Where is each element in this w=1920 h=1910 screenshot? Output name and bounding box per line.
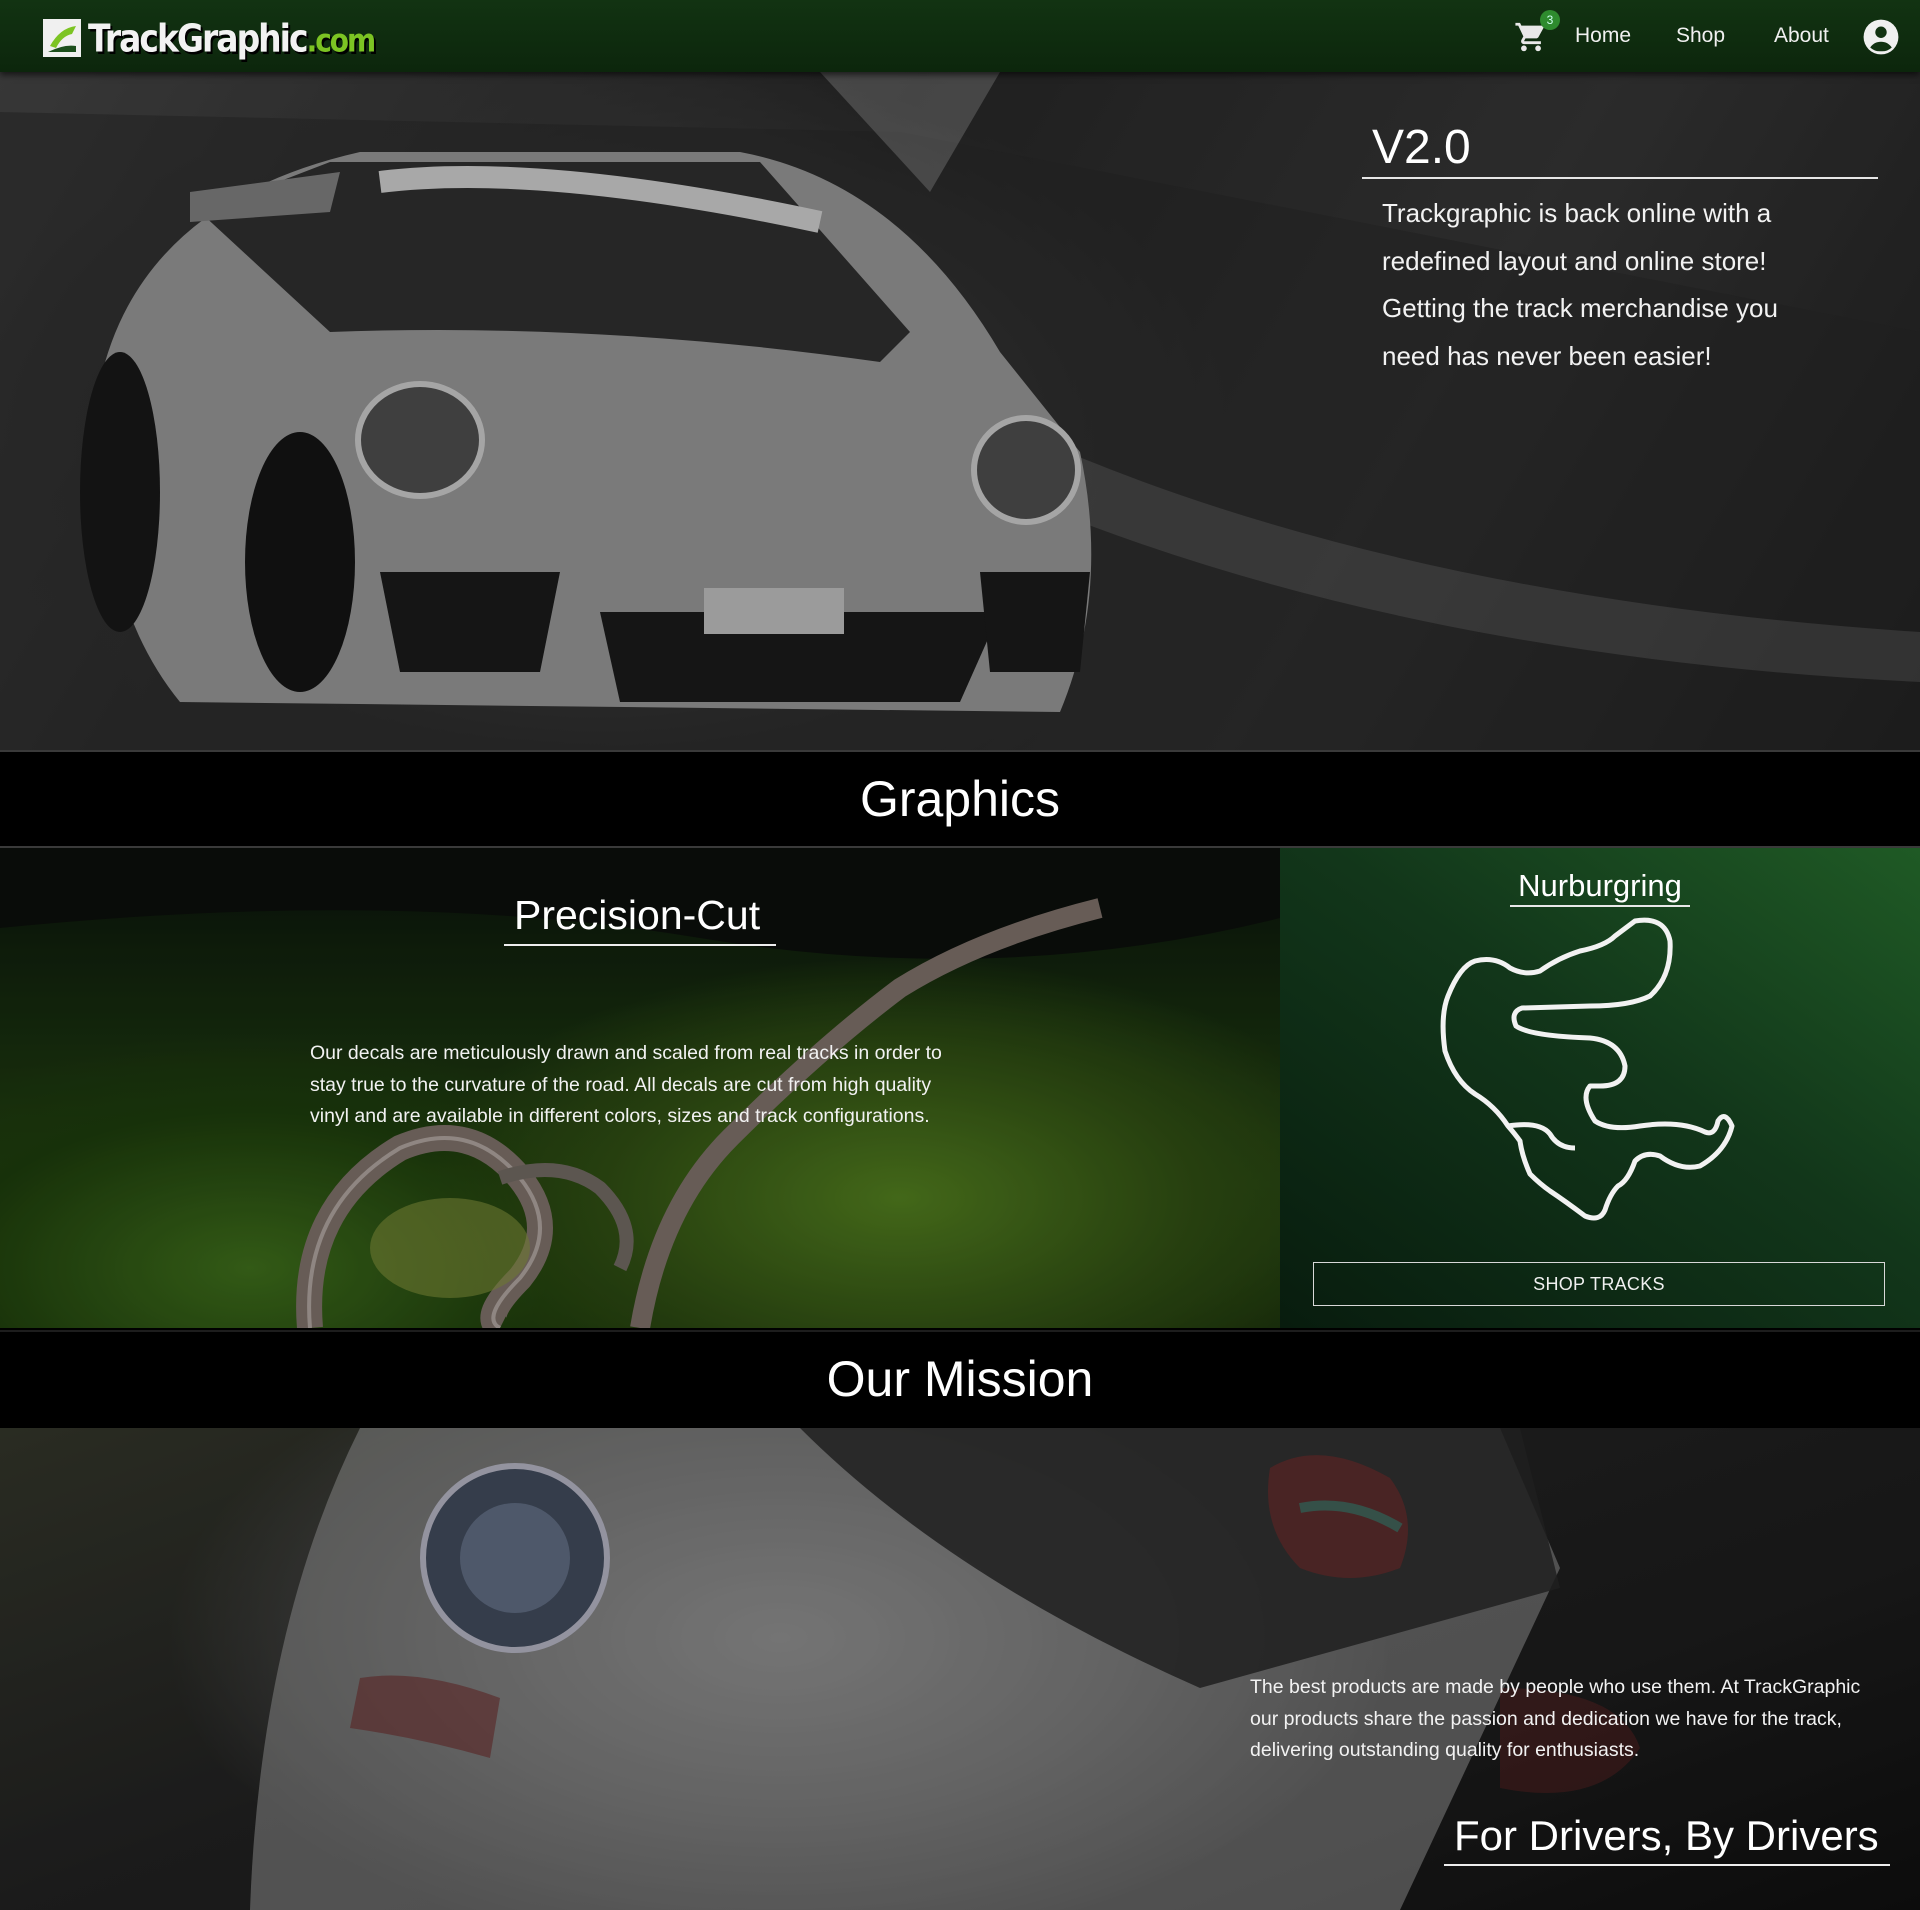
precision-cut-text: Our decals are meticulously drawn and sc… xyxy=(310,1042,942,1127)
hero-title-underline xyxy=(1362,177,1878,179)
account-icon[interactable] xyxy=(1862,18,1900,56)
mission-tagline-underline xyxy=(1444,1864,1890,1866)
shop-tracks-button[interactable]: SHOP TRACKS xyxy=(1313,1262,1885,1306)
hero-text: Trackgraphic is back online with a redef… xyxy=(1382,198,1778,371)
mission-header: Our Mission xyxy=(0,1330,1920,1430)
logo-mark-icon xyxy=(43,19,81,57)
nurburgring-track-map-icon xyxy=(1440,917,1735,1221)
precision-cut-underline xyxy=(504,944,776,946)
graphics-header: Graphics xyxy=(0,750,1920,848)
cart-count-badge: 3 xyxy=(1540,10,1560,30)
logo-text: TrackGraphic.com xyxy=(88,15,376,61)
top-nav: TrackGraphic.com 3 Home Shop About xyxy=(0,0,1920,72)
mission-text: The best products are made by people who… xyxy=(1250,1676,1861,1761)
hero-car-image xyxy=(0,72,1920,750)
nav-link-shop[interactable]: Shop xyxy=(1676,24,1725,48)
hero-section: V2.0 Trackgraphic is back online with a … xyxy=(0,72,1920,750)
mission-heading: Our Mission xyxy=(826,1351,1094,1407)
precision-cut-section: Precision-Cut Our decals are meticulousl… xyxy=(0,848,1280,1328)
nav-link-about[interactable]: About xyxy=(1774,24,1829,48)
hero-title: V2.0 xyxy=(1372,121,1471,174)
track-name-underline xyxy=(1510,905,1690,907)
site-logo[interactable]: TrackGraphic.com xyxy=(42,15,376,61)
nurburgring-panel: Nurburgring SHOP TRACKS xyxy=(1280,848,1920,1328)
mission-section: The best products are made by people who… xyxy=(0,1428,1920,1910)
mission-tagline: For Drivers, By Drivers xyxy=(1454,1812,1879,1859)
nav-link-home[interactable]: Home xyxy=(1575,24,1631,48)
precision-cut-title: Precision-Cut xyxy=(514,892,761,938)
graphics-heading: Graphics xyxy=(859,771,1061,827)
track-name: Nurburgring xyxy=(1518,868,1682,903)
